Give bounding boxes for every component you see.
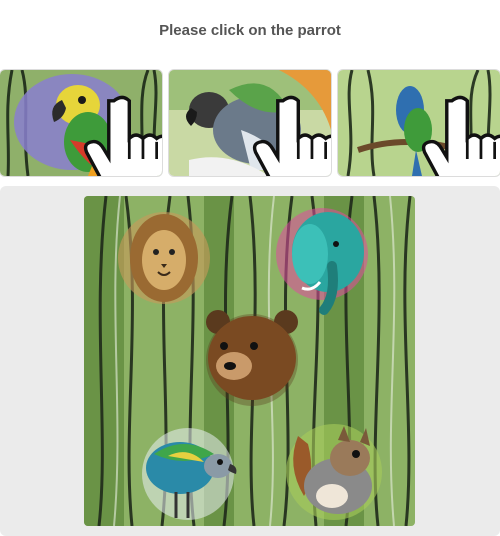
example-images-row xyxy=(0,70,500,176)
animal-squirrel[interactable] xyxy=(286,424,382,520)
challenge-area xyxy=(0,186,500,536)
animal-bear[interactable] xyxy=(206,310,298,406)
hand-cursor-icon xyxy=(252,95,331,176)
example-image-parrot-3 xyxy=(338,70,500,176)
example-image-parrot-2 xyxy=(169,70,331,176)
captcha-prompt: Please click on the parrot xyxy=(159,22,341,39)
hand-cursor-icon xyxy=(421,95,500,176)
animal-lion[interactable] xyxy=(118,212,210,304)
example-image-parrot-1 xyxy=(0,70,162,176)
hand-cursor-icon xyxy=(83,95,162,176)
challenge-canvas[interactable] xyxy=(84,196,415,526)
